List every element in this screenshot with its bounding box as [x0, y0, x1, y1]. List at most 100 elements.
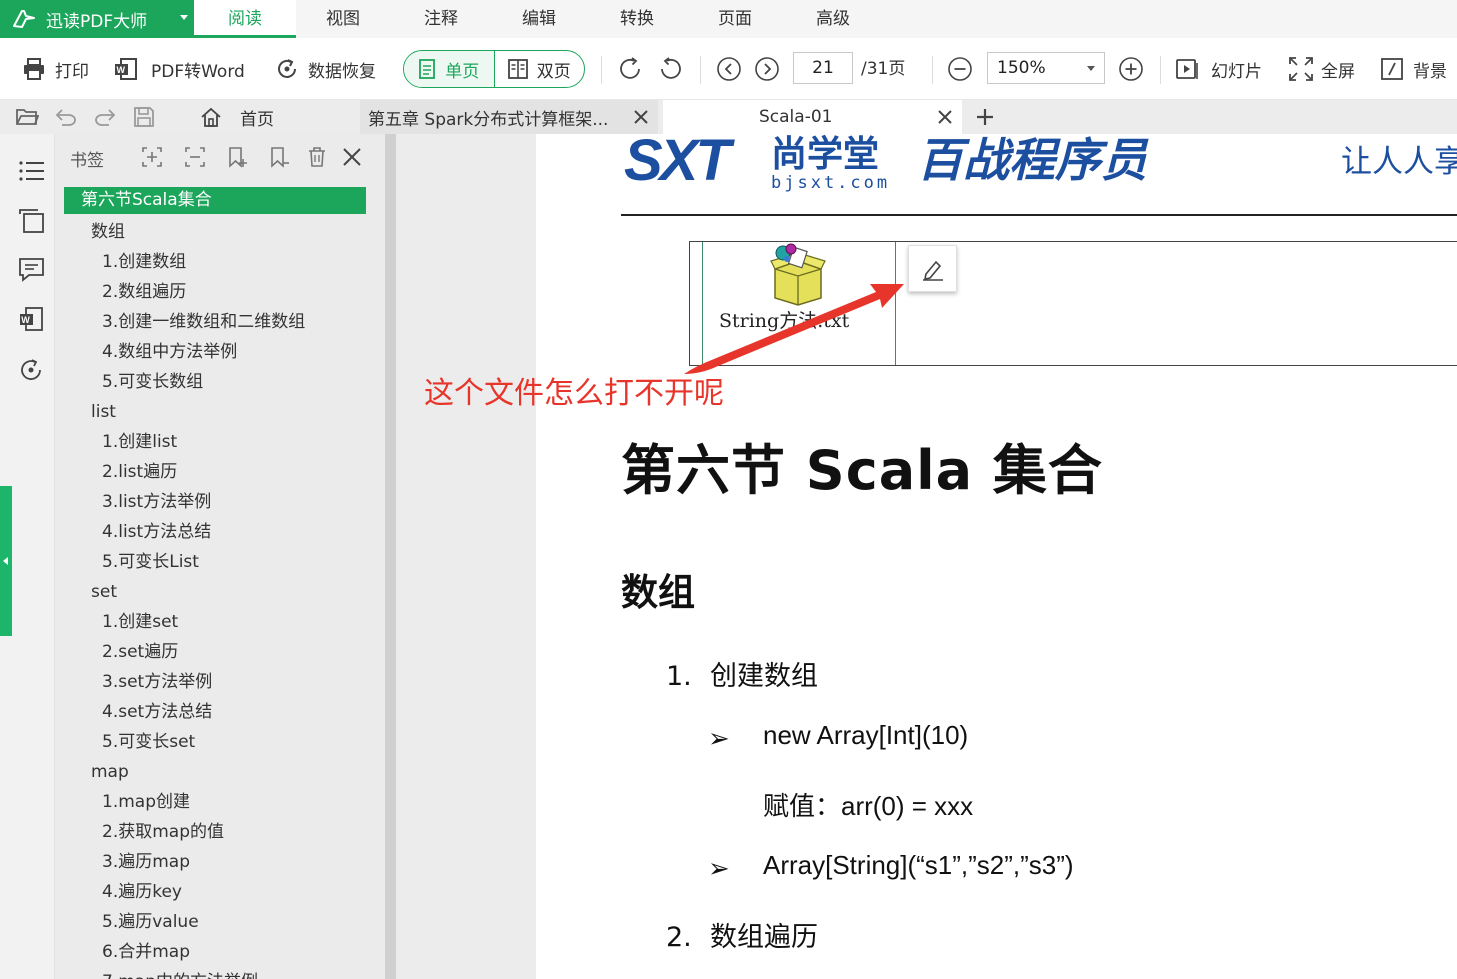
bookmark-item[interactable]: 3.list方法举例 — [64, 487, 366, 517]
zoom-select[interactable]: 150% — [987, 52, 1105, 84]
document-viewport[interactable]: SXT 尚学堂 bjsxt.com 百战程序员 让人人享 String方法.tx… — [396, 134, 1457, 979]
bookmark-item[interactable]: 2.获取map的值 — [64, 817, 366, 847]
word-convert-icon: W — [115, 58, 137, 80]
close-icon[interactable] — [632, 108, 650, 126]
list-item-text: 创建数组 — [710, 661, 818, 692]
rotate-clockwise-button[interactable] — [618, 38, 644, 100]
tab-home-label: 首页 — [240, 109, 274, 130]
bullet-text: 赋值：arr(0) = xxx — [763, 791, 974, 821]
toolbar: 打印 W PDF转Word 数据恢复 单页 双页 21 /31页 150% 幻灯… — [0, 38, 1457, 100]
data-recovery-button[interactable]: 数据恢复 — [275, 38, 376, 100]
bookmark-item[interactable]: 7.map中的方法举例 — [64, 967, 366, 979]
bookmark-item[interactable]: 4.数组中方法举例 — [64, 337, 366, 367]
recovery-icon[interactable] — [18, 357, 46, 383]
menu-view[interactable]: 视图 — [300, 0, 386, 38]
bookmark-item[interactable]: 4.遍历key — [64, 877, 366, 907]
app-name: 迅读PDF大师 — [46, 11, 148, 32]
redo-icon[interactable] — [93, 106, 117, 128]
open-folder-icon[interactable] — [15, 106, 39, 128]
tab-home[interactable]: 首页 — [170, 100, 354, 134]
single-page-label: 单页 — [445, 61, 480, 82]
bookmark-item[interactable]: 3.创建一维数组和二维数组 — [64, 307, 366, 337]
bullet-marker: ➢ — [708, 853, 730, 883]
tab-scala01[interactable]: Scala-01 — [663, 100, 962, 134]
bullet-marker: ➢ — [708, 723, 730, 753]
bookmark-item[interactable]: 3.set方法举例 — [64, 667, 366, 697]
menu-page[interactable]: 页面 — [692, 0, 778, 38]
add-bookmark-icon[interactable] — [226, 146, 248, 168]
bookmark-item[interactable]: 4.list方法总结 — [64, 517, 366, 547]
fullscreen-button[interactable]: 全屏 — [1288, 38, 1355, 100]
new-tab-icon[interactable] — [974, 106, 996, 128]
single-page-button[interactable]: 单页 — [404, 51, 495, 87]
next-page-button[interactable] — [754, 38, 780, 100]
bookmark-item[interactable]: 1.map创建 — [64, 787, 366, 817]
close-icon[interactable] — [936, 108, 954, 126]
menu-annotate[interactable]: 注释 — [398, 0, 484, 38]
previous-page-button[interactable] — [716, 38, 742, 100]
toolbar-divider — [932, 56, 933, 84]
fullscreen-label: 全屏 — [1321, 61, 1355, 82]
menu-advanced[interactable]: 高级 — [790, 0, 876, 38]
bookmark-item[interactable]: 5.可变长List — [64, 547, 366, 577]
bookmark-item[interactable]: 1.创建数组 — [64, 247, 366, 277]
bookmark-item[interactable]: 1.创建list — [64, 427, 366, 457]
bookmark-panel-title: 书签 — [70, 151, 104, 171]
sidebar-scrollbar[interactable] — [385, 134, 396, 979]
sidebar-collapse-handle[interactable] — [0, 486, 12, 636]
bookmark-item[interactable]: 数组 — [64, 217, 366, 247]
single-page-icon — [419, 59, 436, 79]
menu-edit[interactable]: 编辑 — [496, 0, 582, 38]
undo-icon[interactable] — [54, 106, 78, 128]
menu-convert[interactable]: 转换 — [594, 0, 680, 38]
bookmark-item[interactable]: 1.创建set — [64, 607, 366, 637]
bookmark-item[interactable]: 6.合并map — [64, 937, 366, 967]
close-icon[interactable] — [341, 146, 363, 168]
delete-bookmark-icon[interactable] — [306, 146, 328, 168]
rotate-counterclockwise-button[interactable] — [657, 38, 683, 100]
bookmark-item[interactable]: 3.遍历map — [64, 847, 366, 877]
bookmark-item[interactable]: 4.set方法总结 — [64, 697, 366, 727]
bookmark-list-icon[interactable] — [18, 159, 46, 183]
collapse-all-icon[interactable] — [184, 146, 206, 168]
word-icon[interactable]: W — [18, 306, 46, 332]
menu-read[interactable]: 阅读 — [194, 0, 296, 38]
slideshow-button[interactable]: 幻灯片 — [1175, 38, 1262, 100]
background-label: 背景 — [1413, 61, 1447, 82]
bookmark-item[interactable]: set — [64, 577, 366, 607]
zoom-out-button[interactable] — [947, 38, 973, 100]
bookmark-item[interactable]: 2.数组遍历 — [64, 277, 366, 307]
background-button[interactable]: 背景 — [1380, 38, 1447, 100]
bookmark-item[interactable]: 5.可变长数组 — [64, 367, 366, 397]
document-title: 第六节 Scala 集合 — [621, 439, 1103, 502]
bookmark-item-active[interactable]: 第六节Scala集合 — [64, 187, 366, 214]
bookmark-item[interactable]: list — [64, 397, 366, 427]
bullet-text: Array[String](“s1”,”s2”,”s3”) — [763, 850, 1074, 880]
bookmark-item[interactable]: map — [64, 757, 366, 787]
annotation-text[interactable]: 这个文件怎么打不开呢 — [424, 368, 724, 412]
add-child-bookmark-icon[interactable] — [268, 146, 290, 168]
bookmark-panel: 书签 第六节Scala集合 数组 1.创建数组 2.数组遍历 3.创建一维数组和二维数组… — [55, 134, 385, 979]
pdf-to-word-button[interactable]: W PDF转Word — [113, 38, 245, 100]
print-button[interactable]: 打印 — [22, 38, 89, 100]
app-menu-button[interactable]: 迅读PDF大师 — [0, 0, 194, 38]
arrow-left-icon — [3, 557, 8, 565]
home-icon — [201, 107, 221, 127]
bookmark-item[interactable]: 5.遍历value — [64, 907, 366, 937]
bookmark-item[interactable]: 2.set遍历 — [64, 637, 366, 667]
page-number-input[interactable] — [793, 52, 853, 84]
tab-chapter5[interactable]: 第五章 Spark分布式计算框架... — [360, 100, 658, 134]
bookmark-item[interactable]: 5.可变长set — [64, 727, 366, 757]
comments-icon[interactable] — [18, 257, 46, 283]
thumbnails-icon[interactable] — [18, 208, 46, 234]
bookmark-item[interactable]: 2.list遍历 — [64, 457, 366, 487]
double-page-button[interactable]: 双页 — [495, 51, 585, 87]
menu-bar: 迅读PDF大师 阅读 视图 注释 编辑 转换 页面 高级 — [0, 0, 1457, 38]
background-icon — [1381, 58, 1403, 80]
expand-all-icon[interactable] — [141, 146, 163, 168]
bookmark-panel-header: 书签 — [55, 134, 385, 180]
save-icon[interactable] — [133, 106, 155, 128]
chevron-down-icon — [1087, 66, 1095, 71]
zoom-in-button[interactable] — [1118, 38, 1144, 100]
slideshow-icon — [1176, 59, 1198, 79]
